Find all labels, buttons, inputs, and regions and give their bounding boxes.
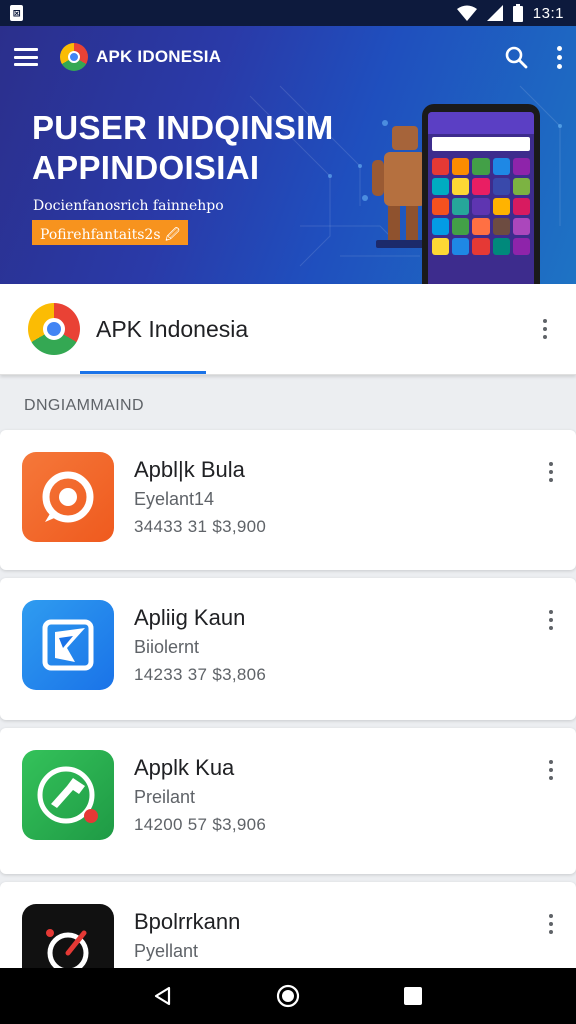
app-bar: APK IDONESIA xyxy=(0,26,576,88)
arrow-icon xyxy=(22,600,114,690)
app-developer: Biiolernt xyxy=(134,637,200,657)
wifi-icon xyxy=(456,5,477,21)
signal-icon xyxy=(486,5,503,21)
battery-icon xyxy=(512,4,523,22)
item-more-icon[interactable] xyxy=(548,462,554,482)
list-item[interactable]: Apliig Kaun Biiolernt 14233 37 $3,806 xyxy=(0,578,576,720)
navigation-bar xyxy=(0,968,576,1024)
app-name: Apliig Kaun xyxy=(134,605,246,630)
recents-icon[interactable] xyxy=(393,976,433,1016)
banner-title: PUSER INDQINSIM APPINDOISIAI xyxy=(32,108,334,188)
app-meta: 14233 37 $3,806 xyxy=(134,665,267,684)
menu-icon[interactable] xyxy=(14,48,38,66)
app-developer: Preilant xyxy=(134,787,196,807)
phone-illustration xyxy=(422,104,540,284)
section-header: DNGIAMMAIND xyxy=(24,397,144,414)
featured-card[interactable]: APK Indonesia xyxy=(0,284,576,375)
overflow-menu-icon[interactable] xyxy=(556,45,562,69)
status-bar: ⊠ 13:1 xyxy=(0,0,576,26)
back-icon[interactable] xyxy=(143,976,183,1016)
app-developer: Eyelant14 xyxy=(134,489,215,509)
featured-title: APK Indonesia xyxy=(96,315,249,342)
list-item[interactable]: Applk Kua Preilant 14200 57 $3,906 xyxy=(0,728,576,874)
app-meta: 34433 31 $3,900 xyxy=(134,517,267,536)
status-time: 13:1 xyxy=(532,4,564,22)
status-left: ⊠ xyxy=(10,5,24,21)
hero-banner: APK IDONESIA PUSER INDQINSIM APPINDOISIA… xyxy=(0,26,576,284)
app-name: Apbl|k Bula xyxy=(134,457,245,482)
app-meta: 14200 57 $3,906 xyxy=(134,815,267,834)
banner-subtitle: Docienfanosrich fainnehpo xyxy=(33,198,224,214)
featured-logo xyxy=(28,303,80,355)
app-title: APK IDONESIA xyxy=(96,47,222,66)
notification-image-icon: ⊠ xyxy=(10,5,24,21)
app-name: Applk Kua xyxy=(134,755,235,780)
target-icon xyxy=(22,452,114,542)
featured-more-icon[interactable] xyxy=(542,319,548,339)
search-icon[interactable] xyxy=(502,43,530,71)
item-more-icon[interactable] xyxy=(548,760,554,780)
app-developer: Pyellant xyxy=(134,941,199,961)
tab-indicator xyxy=(80,371,206,374)
hammer-icon xyxy=(22,750,114,840)
app-name: Bpolrrkann xyxy=(134,909,241,934)
item-more-icon[interactable] xyxy=(548,914,554,934)
list-item[interactable]: Apbl|k Bula Eyelant14 34433 31 $3,900 xyxy=(0,430,576,570)
item-more-icon[interactable] xyxy=(548,610,554,630)
app-logo xyxy=(60,43,88,71)
home-icon[interactable] xyxy=(268,976,308,1016)
banner-cta-button[interactable]: Pofirehfantaits2s 🖉 xyxy=(32,220,188,245)
banner-title-line1: PUSER INDQINSIM xyxy=(32,109,334,146)
status-right: 13:1 xyxy=(456,4,564,22)
banner-title-line2: APPINDOISIAI xyxy=(32,149,260,186)
